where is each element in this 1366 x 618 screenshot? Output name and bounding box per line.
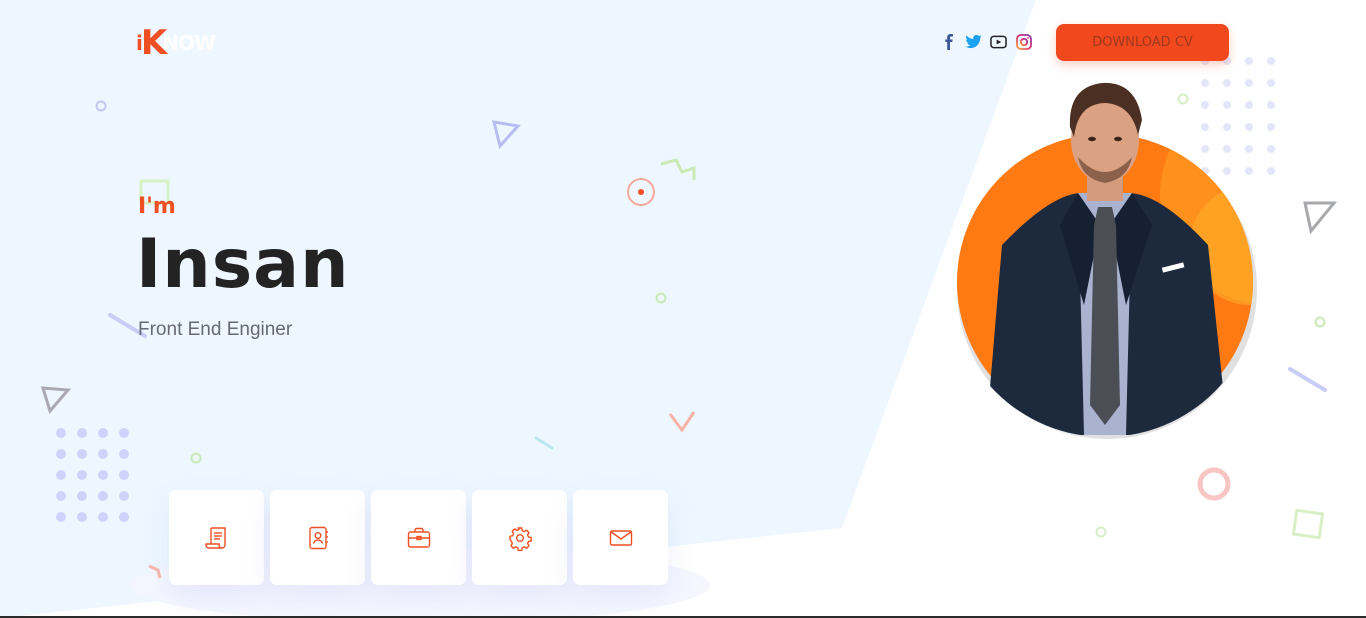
facebook-icon[interactable] bbox=[940, 33, 957, 50]
contact-book-icon bbox=[308, 526, 328, 549]
nav-card-services[interactable] bbox=[472, 490, 567, 585]
download-cv-button[interactable]: DOWNLOAD CV bbox=[1056, 24, 1229, 61]
youtube-icon[interactable] bbox=[990, 33, 1007, 50]
gear-icon bbox=[508, 526, 532, 551]
section-nav bbox=[169, 490, 668, 585]
social-links bbox=[940, 33, 1032, 50]
instagram-icon[interactable] bbox=[1015, 33, 1032, 50]
hero-role: Front End Enginer bbox=[138, 319, 293, 340]
nav-card-resume[interactable] bbox=[169, 490, 264, 585]
profile-portrait bbox=[950, 75, 1260, 445]
nav-card-portfolio[interactable] bbox=[371, 490, 466, 585]
brand-logo[interactable]: i K NOW bbox=[136, 23, 216, 63]
logo-wordmark: NOW bbox=[162, 31, 216, 55]
nav-card-contact[interactable] bbox=[270, 490, 365, 585]
nav-card-mail[interactable] bbox=[573, 490, 668, 585]
envelope-icon bbox=[609, 529, 632, 546]
resume-scroll-icon bbox=[204, 526, 226, 549]
hero-name: Insan bbox=[136, 225, 350, 304]
briefcase-icon bbox=[407, 527, 430, 548]
hero-greeting: I'm bbox=[138, 194, 176, 219]
twitter-icon[interactable] bbox=[965, 33, 982, 50]
